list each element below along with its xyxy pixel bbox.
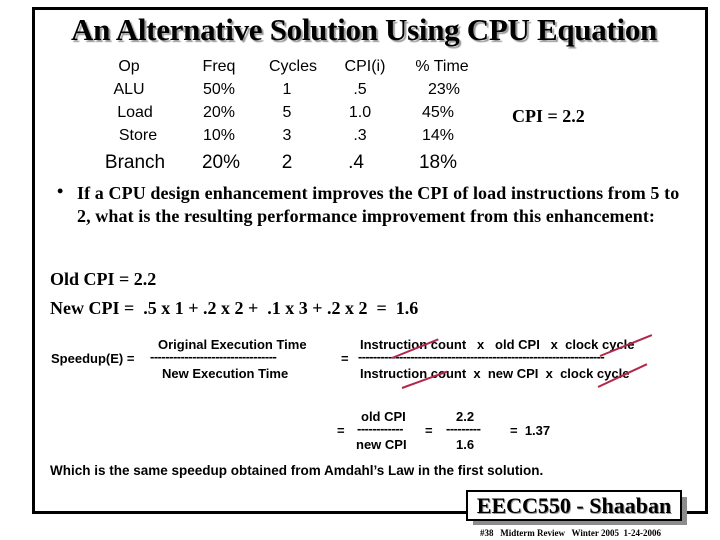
value-denominator: 1.6 (456, 437, 475, 452)
table-cell-time: 23% (427, 81, 461, 98)
table-header-op: Op (118, 58, 140, 75)
footer-course-label: EECC550 - Shaaban (466, 490, 682, 521)
expanded-equals: = (341, 351, 349, 366)
table-header-cpi: CPI(i) (344, 58, 386, 75)
table-header-time: % Time (415, 58, 469, 75)
speedup-denominator: New Execution Time (162, 366, 289, 381)
new-cpi-line: New CPI = .5 x 1 + .2 x 2 + .1 x 3 + .2 … (50, 298, 419, 318)
conclusion-note: Which is the same speedup obtained from … (50, 463, 544, 478)
question-text: If a CPU design enhancement improves the… (77, 183, 680, 226)
table-cell-op: Load (117, 104, 153, 121)
speedup-result: = 1.37 (510, 423, 551, 438)
speedup-label: Speedup(E) = (51, 351, 135, 366)
value-divider: --------- (446, 421, 481, 436)
table-cell-freq: 10% (202, 127, 236, 144)
table-cell-cpi: .5 (353, 81, 367, 98)
table-cell-freq: 50% (202, 81, 236, 98)
old-cpi-line: Old CPI = 2.2 (50, 269, 157, 289)
table-cell-cycles: 5 (282, 104, 292, 121)
ratio-denominator: new CPI (356, 437, 407, 452)
table-cell-cpi: .3 (353, 127, 367, 144)
ratio-divider: ------------ (357, 421, 403, 436)
speedup-divider: --------------------------------- (150, 349, 277, 364)
table-cell-op: ALU (113, 81, 145, 98)
table-cell-cycles: 1 (282, 81, 292, 98)
table-cell-time: 18% (418, 152, 458, 173)
table-cell-op: Store (118, 127, 158, 144)
table-cell-time: 14% (421, 127, 455, 144)
ratio-equals-2: = (425, 423, 433, 438)
table-cell-cycles: 3 (282, 127, 292, 144)
table-header-cycles: Cycles (268, 58, 317, 75)
footer-subtitle: #38 Midterm Review Winter 2005 1-24-2006 (480, 528, 661, 538)
expanded-denominator: Instruction count x new CPI x clock cycl… (360, 366, 630, 381)
cpi-total: CPI = 2.2 (512, 106, 585, 126)
slide-title: An Alternative Solution Using CPU Equati… (71, 12, 657, 47)
table-cell-cpi: 1.0 (348, 104, 372, 121)
table-cell-cycles: 2 (281, 152, 293, 173)
table-cell-cpi: .4 (348, 152, 364, 173)
table-header-freq: Freq (202, 58, 236, 75)
table-cell-freq: 20% (202, 104, 236, 121)
bullet-icon: • (57, 181, 64, 201)
table-cell-op: Branch (104, 152, 166, 173)
table-cell-time: 45% (421, 104, 455, 121)
table-cell-freq: 20% (201, 152, 241, 173)
ratio-equals-1: = (337, 423, 345, 438)
